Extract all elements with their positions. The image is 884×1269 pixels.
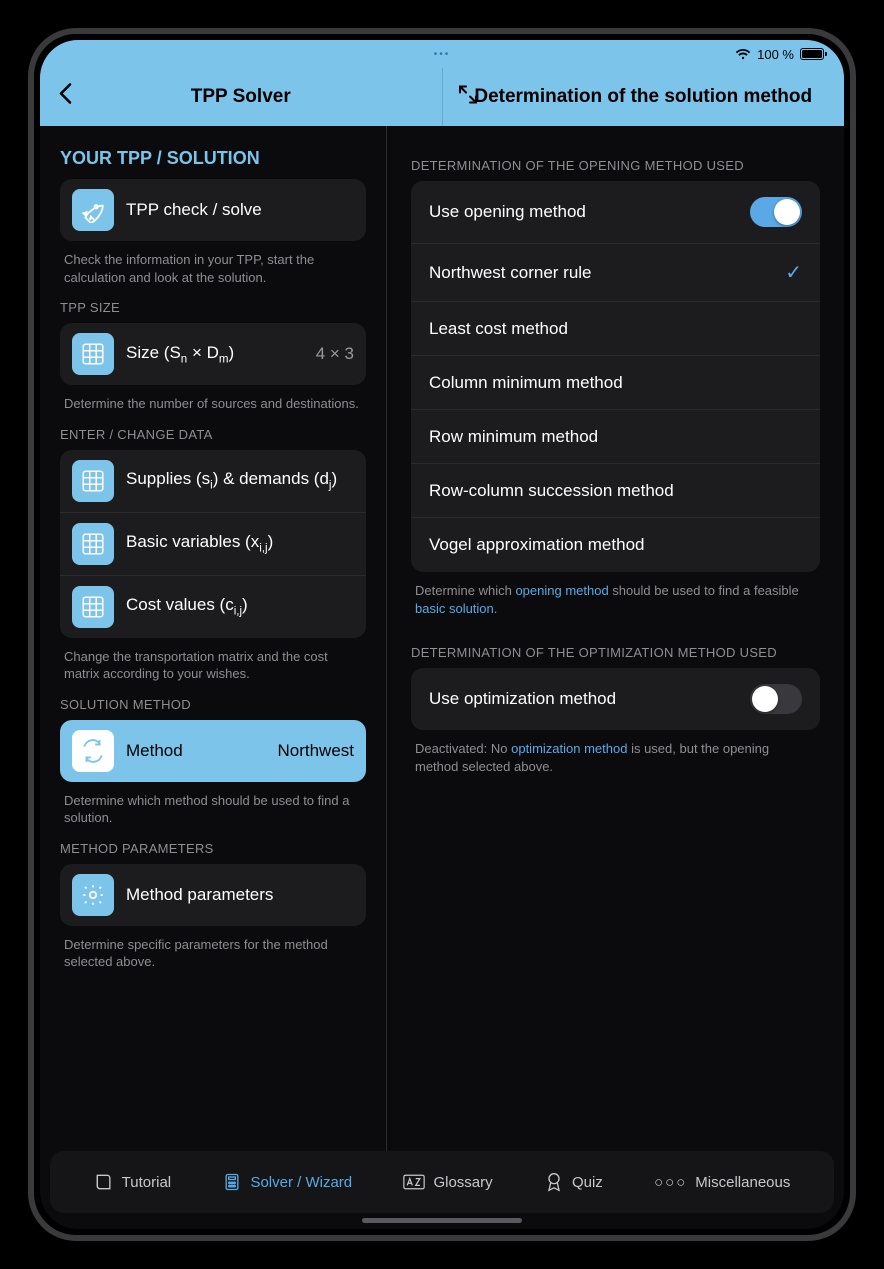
- battery-percent: 100 %: [757, 47, 794, 62]
- grid-icon: [72, 523, 114, 565]
- row-label: Vogel approximation method: [429, 535, 644, 555]
- row-size[interactable]: Size (Sn × Dm) 4 × 3: [60, 323, 366, 385]
- tab-misc[interactable]: ○○○ Miscellaneous: [654, 1174, 790, 1191]
- method-option[interactable]: Column minimum method: [411, 356, 820, 410]
- tab-bar: Tutorial Solver / Wizard Glossary Quiz ○…: [50, 1151, 834, 1213]
- section-solution-method: SOLUTION METHOD: [60, 697, 366, 712]
- tab-glossary[interactable]: Glossary: [403, 1173, 492, 1191]
- toggle-use-optimization[interactable]: [750, 684, 802, 714]
- ribbon-icon: [544, 1171, 564, 1193]
- content-split: YOUR TPP / SOLUTION TPP check / solve Ch…: [40, 126, 844, 1157]
- tab-label: Miscellaneous: [695, 1174, 790, 1191]
- home-indicator[interactable]: [362, 1218, 522, 1223]
- row-method[interactable]: Method Northwest: [60, 720, 366, 782]
- grid-icon: [72, 333, 114, 375]
- tab-tutorial[interactable]: Tutorial: [94, 1172, 171, 1192]
- section-optimization-method: DETERMINATION OF THE OPTIMIZATION METHOD…: [411, 645, 820, 660]
- helper-text: Determine specific parameters for the me…: [64, 936, 362, 971]
- data-group: Supplies (si) & demands (dj) Basic varia…: [60, 450, 366, 638]
- book-icon: [94, 1172, 114, 1192]
- helper-text: Change the transportation matrix and the…: [64, 648, 362, 683]
- link-optimization-method[interactable]: optimization method: [511, 741, 627, 756]
- row-use-optimization[interactable]: Use optimization method: [411, 668, 820, 730]
- pane-left: YOUR TPP / SOLUTION TPP check / solve Ch…: [40, 126, 387, 1157]
- grid-icon: [72, 460, 114, 502]
- row-method-params[interactable]: Method parameters: [60, 864, 366, 926]
- calculator-icon: [222, 1172, 242, 1192]
- grid-icon: [72, 586, 114, 628]
- az-icon: [403, 1173, 425, 1191]
- wifi-icon: [735, 48, 751, 60]
- tab-label: Solver / Wizard: [250, 1174, 352, 1191]
- method-option[interactable]: Row-column succession method: [411, 464, 820, 518]
- tab-quiz[interactable]: Quiz: [544, 1171, 603, 1193]
- row-check-solve[interactable]: TPP check / solve: [60, 179, 366, 241]
- optimization-method-list: Use optimization method: [411, 668, 820, 730]
- section-opening-method: DETERMINATION OF THE OPENING METHOD USED: [411, 158, 820, 173]
- row-label: Use opening method: [429, 202, 586, 222]
- status-bar: ••• 100 %: [40, 40, 844, 68]
- helper-text: Determine which opening method should be…: [415, 582, 816, 617]
- navigation-bar: TPP Solver Determination of the solution…: [40, 68, 844, 126]
- tab-label: Quiz: [572, 1174, 603, 1191]
- method-option[interactable]: Least cost method: [411, 302, 820, 356]
- toggle-use-opening[interactable]: [750, 197, 802, 227]
- row-label: Basic variables (xi,j): [126, 532, 354, 554]
- row-basic-variables[interactable]: Basic variables (xi,j): [60, 513, 366, 576]
- row-label: Column minimum method: [429, 373, 623, 393]
- nav-title-left: TPP Solver: [191, 86, 291, 108]
- link-basic-solution[interactable]: basic solution: [415, 601, 494, 616]
- battery-icon: [800, 48, 824, 60]
- checkmark-icon: ✓: [785, 260, 802, 285]
- gear-cycle-icon: [72, 874, 114, 916]
- row-supplies-demands[interactable]: Supplies (si) & demands (dj): [60, 450, 366, 513]
- tab-solver[interactable]: Solver / Wizard: [222, 1172, 352, 1192]
- back-button[interactable]: [58, 83, 72, 112]
- row-label: Northwest corner rule: [429, 263, 592, 283]
- section-your-tpp: YOUR TPP / SOLUTION: [60, 148, 366, 169]
- link-opening-method[interactable]: opening method: [515, 583, 608, 598]
- method-option[interactable]: Row minimum method: [411, 410, 820, 464]
- row-label: Use optimization method: [429, 689, 616, 709]
- multitask-dots-icon: •••: [434, 49, 451, 60]
- row-label: Cost values (ci,j): [126, 595, 354, 617]
- expand-icon[interactable]: [457, 84, 479, 111]
- section-data: ENTER / CHANGE DATA: [60, 427, 366, 442]
- row-label: TPP check / solve: [126, 200, 354, 220]
- row-use-opening-method[interactable]: Use opening method: [411, 181, 820, 244]
- row-label: Method parameters: [126, 885, 354, 905]
- pane-right: DETERMINATION OF THE OPENING METHOD USED…: [387, 126, 844, 1157]
- tab-label: Glossary: [433, 1174, 492, 1191]
- device-frame: ••• 100 % TPP Solver Determin: [28, 28, 856, 1241]
- tab-label: Tutorial: [122, 1174, 171, 1191]
- screen: ••• 100 % TPP Solver Determin: [40, 40, 844, 1229]
- helper-text: Deactivated: No optimization method is u…: [415, 740, 816, 775]
- row-label: Row-column succession method: [429, 481, 674, 501]
- row-label: Least cost method: [429, 319, 568, 339]
- rocket-icon: [72, 189, 114, 231]
- helper-text: Check the information in your TPP, start…: [64, 251, 362, 286]
- row-cost-values[interactable]: Cost values (ci,j): [60, 576, 366, 638]
- row-value: Northwest: [277, 741, 354, 761]
- nav-title-right: Determination of the solution method: [474, 86, 812, 108]
- section-tpp-size: TPP SIZE: [60, 300, 366, 315]
- method-option[interactable]: Northwest corner rule ✓: [411, 244, 820, 302]
- helper-text: Determine the number of sources and dest…: [64, 395, 362, 413]
- row-label: Size (Sn × Dm): [126, 343, 304, 365]
- row-label: Method: [126, 741, 265, 761]
- row-value: 4 × 3: [316, 344, 354, 364]
- opening-method-list: Use opening method Northwest corner rule…: [411, 181, 820, 572]
- helper-text: Determine which method should be used to…: [64, 792, 362, 827]
- section-method-params: METHOD PARAMETERS: [60, 841, 366, 856]
- row-label: Supplies (si) & demands (dj): [126, 469, 354, 491]
- row-label: Row minimum method: [429, 427, 598, 447]
- more-icon: ○○○: [654, 1174, 687, 1191]
- cycle-icon: [72, 730, 114, 772]
- method-option[interactable]: Vogel approximation method: [411, 518, 820, 572]
